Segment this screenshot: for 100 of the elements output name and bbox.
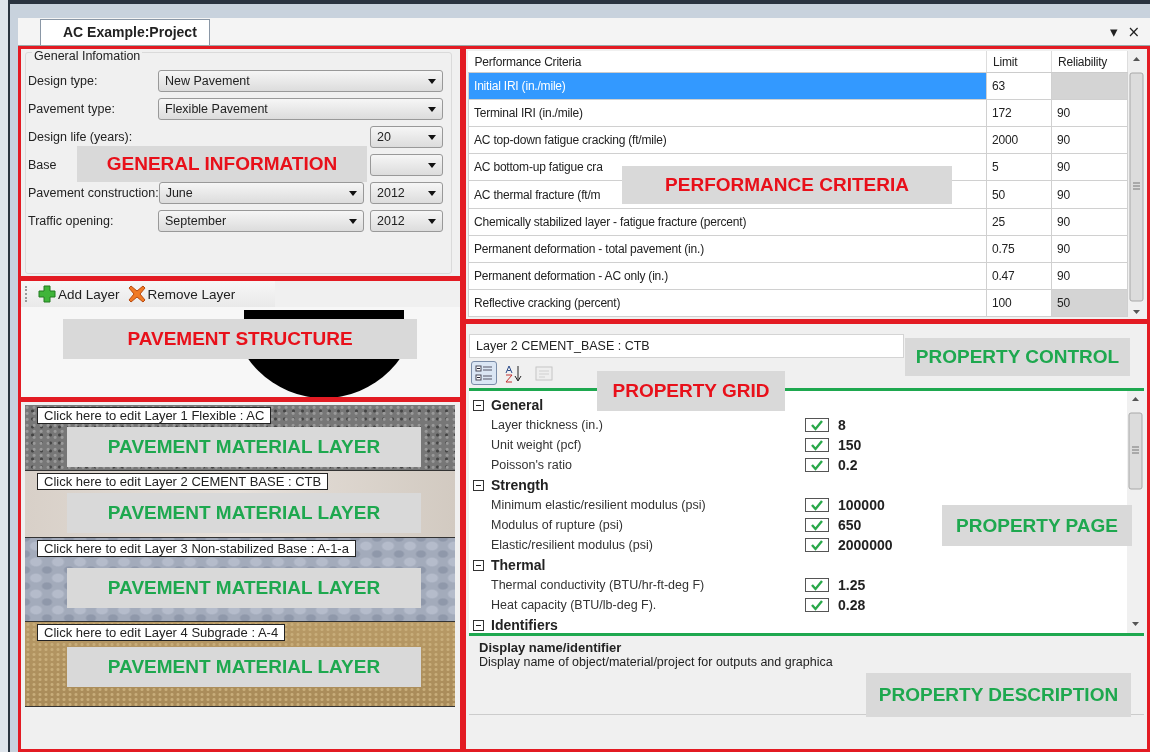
column-header[interactable]: Limit	[986, 51, 1052, 73]
table-cell[interactable]: 90	[1051, 235, 1128, 263]
callout-label: PROPERTY GRID	[597, 371, 785, 411]
category-label: Thermal	[491, 557, 546, 573]
property-value[interactable]: 650	[838, 517, 862, 533]
dropdown[interactable]: New Pavement	[158, 70, 443, 92]
callout-label: PROPERTY CONTROL	[905, 338, 1130, 376]
cross-icon	[127, 285, 146, 303]
property-value[interactable]: 0.2	[838, 457, 858, 473]
layer-edit-link[interactable]: Click here to edit Layer 1 Flexible : AC	[37, 407, 272, 424]
layer-edit-link[interactable]: Click here to edit Layer 3 Non-stabilized Base : A-1-a	[37, 540, 356, 557]
property-value[interactable]: 150	[838, 437, 862, 453]
field-label: Design type:	[28, 74, 98, 88]
property-label: Poisson's ratio	[490, 458, 573, 472]
table-cell[interactable]: Chemically stabilized layer - fatigue fracture (percent)	[468, 208, 987, 236]
table-cell[interactable]: 0.75	[986, 235, 1052, 263]
dropdown-arrow-icon	[428, 218, 436, 224]
selected-object-field[interactable]: Layer 2 CEMENT_BASE : CTB	[469, 334, 904, 358]
dropdown[interactable]: September	[158, 210, 364, 232]
table-cell[interactable]: 25	[986, 208, 1052, 236]
column-header[interactable]: Reliability	[1051, 51, 1128, 73]
dropdown[interactable]	[370, 154, 443, 176]
table-cell[interactable]: 90	[1051, 180, 1128, 209]
property-value[interactable]: 8	[838, 417, 846, 433]
dropdown-arrow-icon	[428, 134, 436, 140]
property-value[interactable]: 0.28	[838, 597, 866, 613]
callout-label: PROPERTY DESCRIPTION	[866, 673, 1131, 717]
table-cell[interactable]: 0.47	[986, 262, 1052, 290]
dropdown[interactable]: June	[158, 182, 364, 204]
property-value[interactable]: 100000	[838, 497, 885, 513]
group-box-legend: General Infomation	[32, 49, 143, 63]
callout-label: PAVEMENT MATERIAL LAYER	[67, 427, 421, 467]
column-header[interactable]: Performance Criteria	[468, 51, 987, 73]
table-cell[interactable]: 2000	[986, 126, 1052, 154]
callout-label: PROPERTY PAGE	[942, 505, 1132, 546]
callout-label: PERFORMANCE CRITERIA	[622, 166, 952, 204]
property-value[interactable]: 2000000	[838, 537, 893, 553]
document-tab[interactable]: AC Example:Project	[40, 19, 210, 45]
checkbox[interactable]	[805, 578, 829, 592]
toolbar-grip-icon	[25, 286, 29, 302]
dropdown[interactable]: Flexible Pavement	[158, 98, 443, 120]
dropdown-arrow-icon	[428, 190, 436, 196]
toolbar-button[interactable]	[471, 361, 497, 385]
collapse-icon[interactable]	[473, 559, 484, 571]
field-label: Pavement type:	[28, 102, 115, 116]
table-cell[interactable]: 90	[1051, 208, 1128, 236]
window-control-button[interactable]: ×	[1125, 22, 1142, 41]
layer-edit-link[interactable]: Click here to edit Layer 2 CEMENT BASE : CTB	[37, 473, 329, 490]
table-cell[interactable]: 50	[986, 180, 1052, 209]
field-label: Pavement construction:	[28, 186, 159, 200]
dropdown[interactable]: 2012	[370, 210, 443, 232]
layer-edit-link[interactable]: Click here to edit Layer 4 Subgrade : A-4	[37, 624, 286, 641]
table-cell[interactable]: 5	[986, 153, 1052, 181]
callout-label: PAVEMENT MATERIAL LAYER	[67, 647, 421, 687]
dropdown[interactable]: 20	[370, 126, 443, 148]
table-cell[interactable]: Permanent deformation - total pavement (in.)	[468, 235, 987, 263]
checkbox[interactable]	[805, 438, 829, 452]
collapse-icon[interactable]	[473, 399, 484, 411]
toolbar-button[interactable]: Remove Layer	[124, 283, 239, 305]
table-cell[interactable]: Reflective cracking (percent)	[468, 289, 987, 317]
field-label: Design life (years):	[28, 130, 133, 144]
description-text: Display name of object/material/project for outputs and graphica	[479, 655, 834, 669]
property-label: Unit weight (pcf)	[490, 438, 583, 452]
table-cell[interactable]: 50	[1051, 289, 1128, 317]
dropdown[interactable]: 2012	[370, 182, 443, 204]
collapse-icon[interactable]	[473, 479, 484, 491]
callout-label: PAVEMENT STRUCTURE	[63, 319, 417, 359]
dropdown-arrow-icon	[428, 106, 436, 112]
property-label: Layer thickness (in.)	[490, 418, 604, 432]
checkbox[interactable]	[805, 418, 829, 432]
table-cell[interactable]	[1051, 72, 1128, 100]
plus-icon	[38, 285, 56, 303]
property-label: Modulus of rupture (psi)	[490, 518, 624, 532]
collapse-icon[interactable]	[473, 619, 484, 631]
table-cell[interactable]: 90	[1051, 153, 1128, 181]
table-cell[interactable]: 90	[1051, 262, 1128, 290]
table-cell[interactable]: 90	[1051, 126, 1128, 154]
field-label: Traffic opening:	[28, 214, 114, 228]
category-label: Strength	[491, 477, 549, 493]
checkbox[interactable]	[805, 498, 829, 512]
category-label: Identifiers	[491, 617, 558, 633]
table-cell[interactable]: 63	[986, 72, 1052, 100]
category-label: General	[491, 397, 544, 413]
property-label: Minimum elastic/resilient modulus (psi)	[490, 498, 707, 512]
table-cell[interactable]: 100	[986, 289, 1052, 317]
property-label: Elastic/resilient modulus (psi)	[490, 538, 654, 552]
toolbar-button[interactable]: Add Layer	[35, 283, 123, 305]
table-cell[interactable]: 172	[986, 99, 1052, 127]
table-cell[interactable]: Permanent deformation - AC only (in.)	[468, 262, 987, 290]
table-cell[interactable]: AC top-down fatigue cracking (ft/mile)	[468, 126, 987, 154]
property-label: Heat capacity (BTU/lb-deg F).	[490, 598, 658, 612]
checkbox[interactable]	[805, 538, 829, 552]
checkbox[interactable]	[805, 458, 829, 472]
window-control-button[interactable]: ▾	[1107, 22, 1120, 41]
checkbox[interactable]	[805, 518, 829, 532]
property-value[interactable]: 1.25	[838, 577, 866, 593]
table-cell[interactable]: Terminal IRI (in./mile)	[468, 99, 987, 127]
checkbox[interactable]	[805, 598, 829, 612]
table-cell[interactable]: 90	[1051, 99, 1128, 127]
property-label: Thermal conductivity (BTU/hr-ft-deg F)	[490, 578, 706, 592]
